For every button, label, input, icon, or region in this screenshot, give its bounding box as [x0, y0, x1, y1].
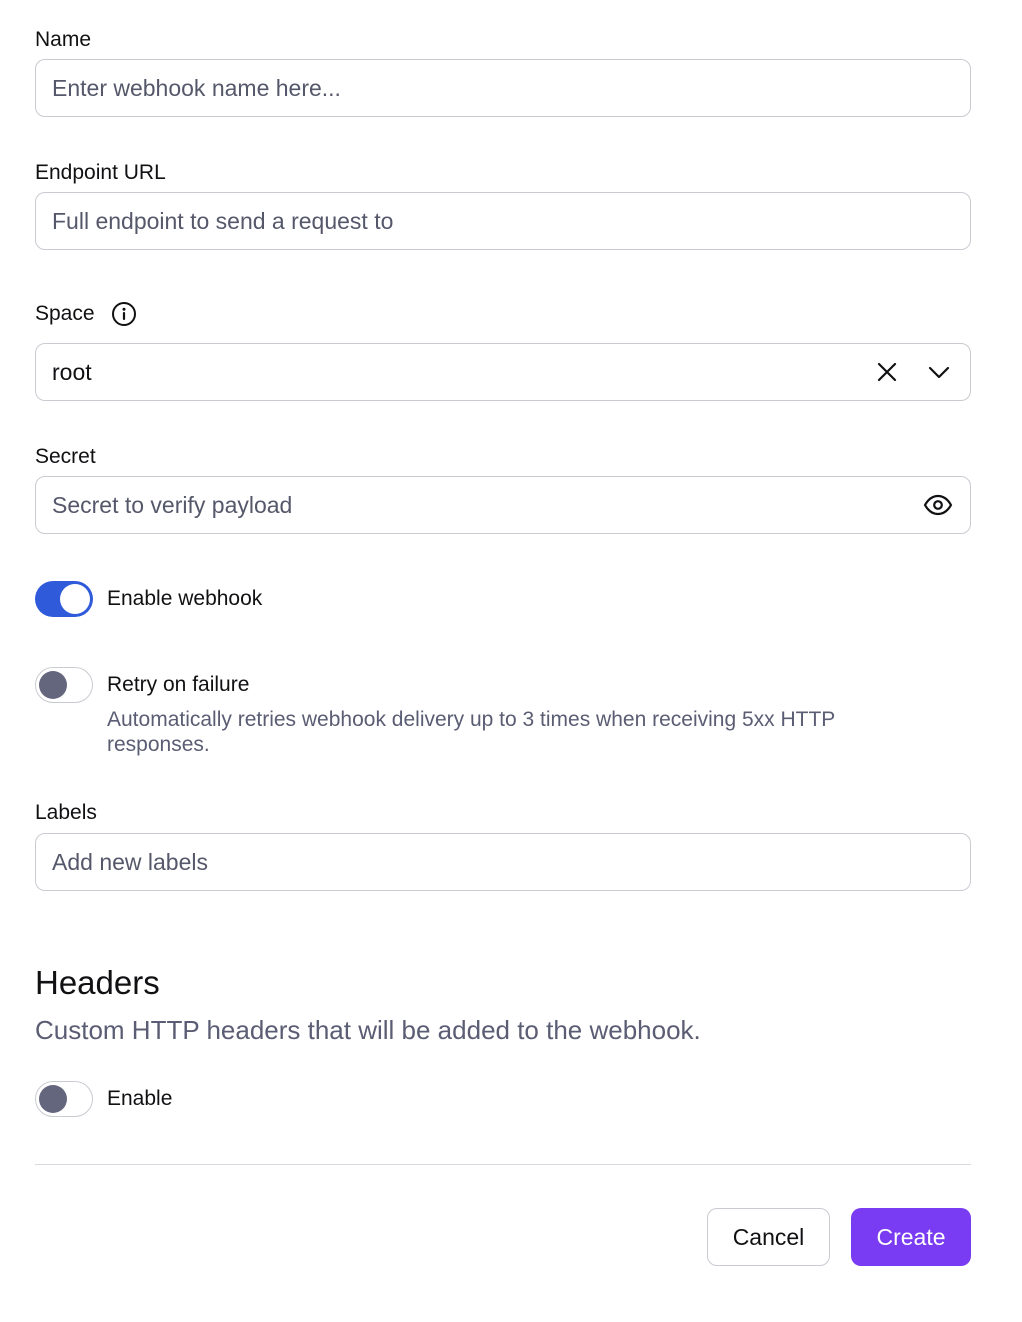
secret-input[interactable]	[52, 491, 922, 519]
space-label: Space	[35, 302, 95, 325]
retry-on-failure-toggle[interactable]	[35, 667, 93, 703]
endpoint-url-field	[35, 192, 971, 250]
headers-subtitle: Custom HTTP headers that will be added t…	[35, 1015, 701, 1045]
toggle-knob	[60, 584, 90, 614]
labels-field	[35, 833, 971, 891]
secret-label: Secret	[35, 445, 96, 468]
name-field	[35, 59, 971, 117]
retry-help-line-1: Automatically retries webhook delivery u…	[107, 708, 836, 731]
close-icon[interactable]	[872, 357, 902, 387]
labels-label: Labels	[35, 801, 97, 824]
footer-divider	[35, 1164, 971, 1165]
toggle-knob	[39, 1085, 67, 1113]
cancel-button[interactable]: Cancel	[707, 1208, 830, 1266]
secret-field	[35, 476, 971, 534]
enable-webhook-label: Enable webhook	[107, 587, 263, 610]
eye-icon[interactable]	[921, 490, 954, 520]
headers-enable-label: Enable	[107, 1087, 173, 1110]
retry-help-line-2: responses.	[107, 733, 210, 756]
retry-row: Retry on failure	[35, 667, 249, 703]
retry-help-text: Automatically retries webhook delivery u…	[107, 707, 967, 757]
enable-webhook-toggle[interactable]	[35, 581, 93, 617]
space-selected-value: root	[52, 358, 92, 385]
endpoint-url-label: Endpoint URL	[35, 161, 166, 184]
space-label-row: Space	[35, 301, 137, 327]
enable-webhook-row: Enable webhook	[35, 581, 262, 617]
name-input[interactable]	[52, 74, 954, 102]
chevron-down-icon[interactable]	[924, 357, 954, 387]
headers-enable-row: Enable	[35, 1081, 172, 1117]
space-select[interactable]: root	[35, 343, 971, 401]
headers-enable-toggle[interactable]	[35, 1081, 93, 1117]
headers-title: Headers	[35, 964, 160, 1001]
create-webhook-form: Name Endpoint URL Space root	[0, 0, 1022, 1322]
info-icon[interactable]	[111, 301, 137, 327]
labels-input[interactable]	[52, 848, 954, 876]
toggle-knob	[39, 671, 67, 699]
endpoint-url-input[interactable]	[52, 207, 954, 235]
space-select-icons	[872, 357, 954, 387]
retry-on-failure-label: Retry on failure	[107, 673, 250, 696]
name-label: Name	[35, 28, 92, 51]
create-button[interactable]: Create	[851, 1208, 971, 1266]
